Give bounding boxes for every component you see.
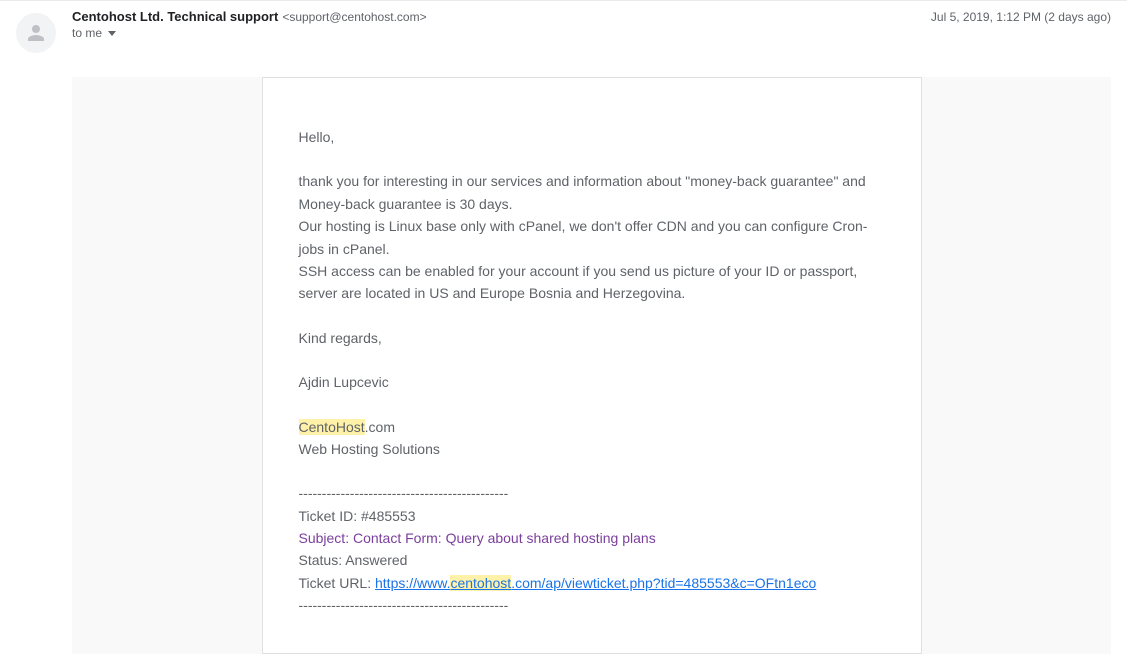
timestamp[interactable]: Jul 5, 2019, 1:12 PM (2 days ago) bbox=[931, 10, 1111, 24]
ticket-url-highlight: centohost bbox=[450, 575, 511, 591]
paragraph-1: thank you for interesting in our service… bbox=[299, 173, 866, 211]
status-text: Answered bbox=[345, 552, 407, 568]
paragraph-3: SSH access can be enabled for your accou… bbox=[299, 263, 858, 301]
email-body-container: Hello, thank you for interesting in our … bbox=[72, 77, 1111, 654]
ticket-info-block: ----------------------------------------… bbox=[299, 482, 885, 616]
signature-block: CentoHost.com Web Hosting Solutions bbox=[299, 416, 885, 461]
ticket-id-label: Ticket ID: bbox=[299, 508, 362, 524]
ticket-url-line: Ticket URL: https://www.centohost.com/ap… bbox=[299, 572, 885, 594]
status-line: Status: Answered bbox=[299, 549, 885, 571]
subject-label: Subject: bbox=[299, 530, 353, 546]
avatar[interactable] bbox=[16, 13, 56, 53]
subject-line: Subject: Contact Form: Query about share… bbox=[299, 527, 885, 549]
signature-name: Ajdin Lupcevic bbox=[299, 371, 885, 393]
chevron-down-icon[interactable] bbox=[108, 31, 116, 36]
divider-top: ----------------------------------------… bbox=[299, 482, 885, 504]
main-paragraph: thank you for interesting in our service… bbox=[299, 170, 885, 304]
status-label: Status: bbox=[299, 552, 346, 568]
ticket-id: #485553 bbox=[361, 508, 416, 524]
sig-company-highlight: CentoHost bbox=[299, 419, 365, 435]
paragraph-2: Our hosting is Linux base only with cPan… bbox=[299, 218, 868, 256]
header-info: Centohost Ltd. Technical support <suppor… bbox=[72, 9, 1111, 40]
recipient-line[interactable]: to me bbox=[72, 26, 1111, 40]
sig-company-rest: .com bbox=[365, 419, 395, 435]
sig-tagline: Web Hosting Solutions bbox=[299, 441, 440, 457]
greeting: Hello, bbox=[299, 126, 885, 148]
sender-left: Centohost Ltd. Technical support <suppor… bbox=[72, 9, 427, 24]
ticket-url-pre: https://www. bbox=[375, 575, 450, 591]
regards: Kind regards, bbox=[299, 327, 885, 349]
ticket-url-label: Ticket URL: bbox=[299, 575, 376, 591]
ticket-url-link[interactable]: https://www.centohost.com/ap/viewticket.… bbox=[375, 575, 816, 591]
ticket-url-post: .com/ap/viewticket.php?tid=485553&c=OFtn… bbox=[511, 575, 816, 591]
sender-email: <support@centohost.com> bbox=[282, 10, 426, 24]
person-icon bbox=[24, 21, 48, 45]
sender-name[interactable]: Centohost Ltd. Technical support bbox=[72, 9, 278, 24]
divider-bottom: ----------------------------------------… bbox=[299, 594, 885, 616]
sender-line: Centohost Ltd. Technical support <suppor… bbox=[72, 9, 1111, 24]
ticket-id-line: Ticket ID: #485553 bbox=[299, 505, 885, 527]
subject-text: Contact Form: Query about shared hosting… bbox=[353, 530, 656, 546]
email-header: Centohost Ltd. Technical support <suppor… bbox=[0, 0, 1127, 57]
recipient-text: to me bbox=[72, 26, 102, 40]
email-content-box: Hello, thank you for interesting in our … bbox=[262, 77, 922, 654]
